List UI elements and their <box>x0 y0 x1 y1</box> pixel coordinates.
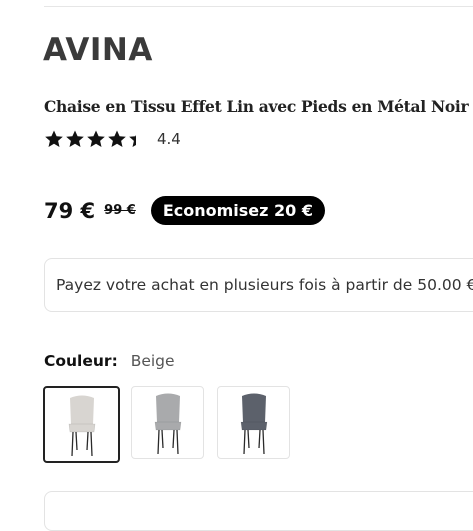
rating-value: 4.4 <box>157 130 181 148</box>
next-section-box <box>44 491 473 531</box>
top-divider <box>44 6 473 7</box>
savings-badge: Economisez 20 € <box>150 196 325 225</box>
chair-icon <box>68 395 95 456</box>
rating-stars <box>44 129 149 149</box>
color-swatch-gris[interactable] <box>131 386 204 459</box>
price-row: 79 € 99 € Economisez 20 € <box>44 196 325 225</box>
rating[interactable]: 4.4 <box>44 129 181 149</box>
color-swatch-anthracite[interactable] <box>217 386 290 459</box>
installments-text: Payez votre achat en plusieurs fois à pa… <box>56 276 473 294</box>
color-swatch-beige[interactable] <box>43 386 120 463</box>
star-full-icon <box>87 130 105 147</box>
color-swatches <box>43 386 303 463</box>
current-price: 79 € <box>44 198 96 223</box>
color-label: Couleur: <box>44 352 118 370</box>
product-title: Chaise en Tissu Effet Lin avec Pieds en … <box>44 97 469 116</box>
brand-name: AVINA <box>43 32 153 68</box>
chair-icon <box>240 393 267 454</box>
star-full-icon <box>66 130 84 147</box>
star-half-icon <box>129 130 147 147</box>
star-full-icon <box>108 130 126 147</box>
installments-banner[interactable]: Payez votre achat en plusieurs fois à pa… <box>44 258 473 312</box>
star-full-icon <box>45 130 63 147</box>
color-selector-label: Couleur: Beige <box>44 352 175 370</box>
chair-icon <box>154 393 181 454</box>
selected-color-value: Beige <box>130 352 175 370</box>
old-price: 99 € <box>104 203 136 218</box>
